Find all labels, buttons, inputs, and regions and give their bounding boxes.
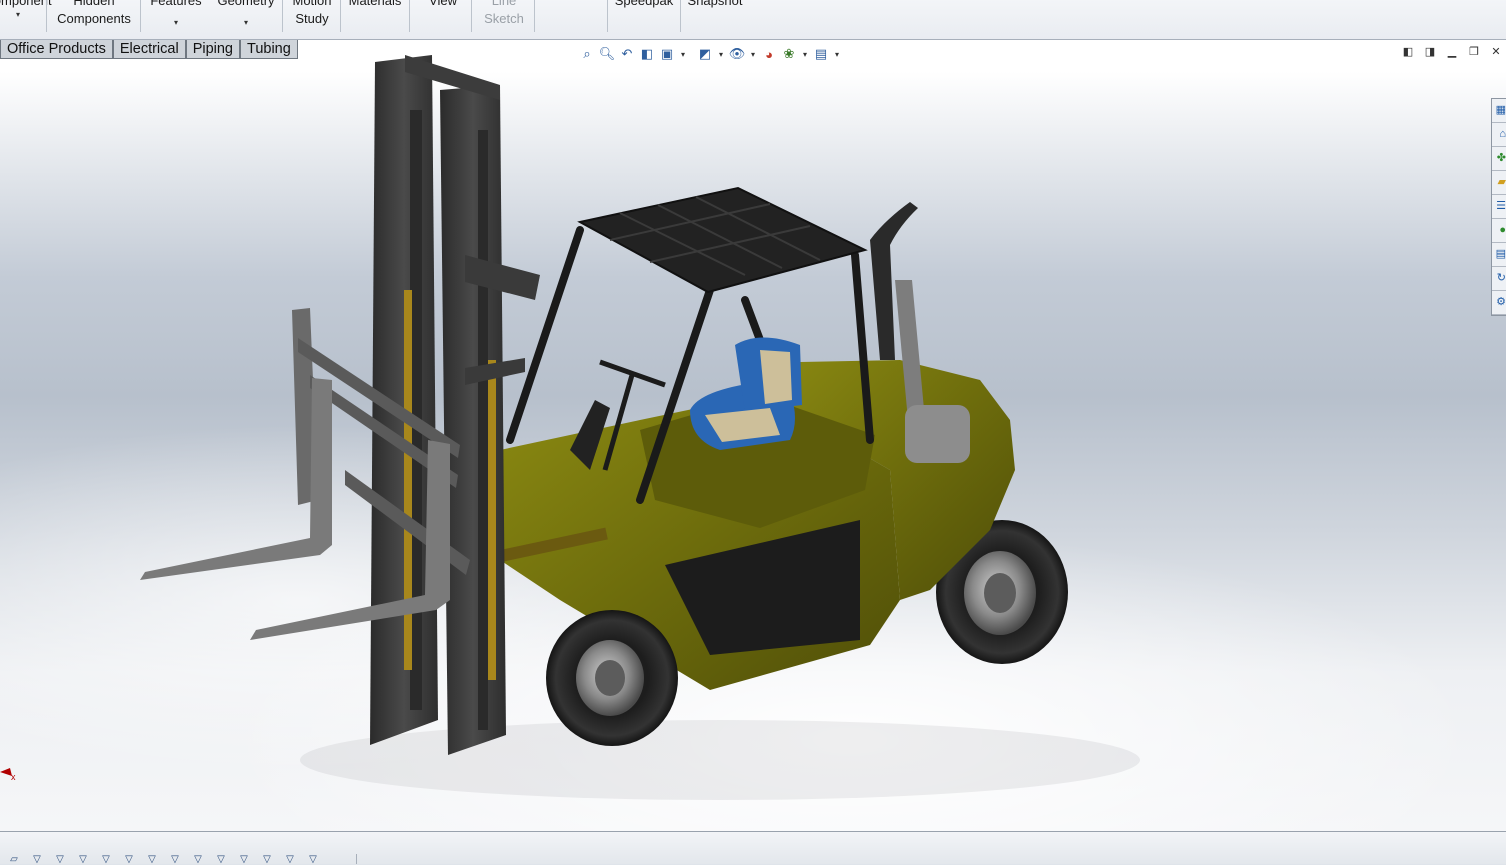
file-explorer-icon[interactable]: ▰ [1492,171,1506,195]
restore-icon[interactable]: ❐ [1466,44,1482,60]
forklift-model[interactable]: x [0,40,1506,831]
view-palette-icon[interactable]: ☰ [1492,195,1506,219]
graphics-area[interactable]: x Office Products Electrical Piping Tubi… [0,40,1506,831]
ribbon-separator [282,0,283,32]
hidden-components-button[interactable]: Hidden Components [52,0,136,38]
chevron-down-icon[interactable]: ▾ [678,50,688,59]
zoom-to-area-icon[interactable]: 🔍︎ [598,45,616,63]
motion-icon[interactable]: ⚙ [1492,291,1506,315]
heads-up-view-toolbar: ⌕ 🔍︎ ↶ ◧ ▣ ▾ ◩ ▾ 👁︎ ▾ ◕ ❀ ▾ ▤ ▾ [578,43,842,65]
apply-scene-icon[interactable]: ❀ [780,45,798,63]
seat-back-cushion [760,350,792,404]
hidden-components-label-2: Components [57,11,131,26]
snapshot-button[interactable]: Snapshot [684,0,746,38]
view-label: View [429,0,457,8]
ribbon-separator [140,0,141,32]
line-sketch-label-1: Line [491,0,517,8]
muffler [905,405,970,463]
display-style-icon[interactable]: ◩ [696,45,714,63]
motion-study-label-2: Study [295,11,329,26]
tile-right-icon[interactable]: ◨ [1422,44,1438,60]
speedpak-button[interactable]: Speedpak [612,0,676,38]
document-tabs: Office Products Electrical Piping Tubing [0,40,298,59]
section-view-icon[interactable]: ◧ [638,45,656,63]
overhead-guard-roof [577,186,868,294]
chevron-down-icon[interactable]: ▾ [716,50,726,59]
chevron-down-icon: ▾ [173,18,178,27]
solidworks-resources-icon[interactable]: ▦ [1492,99,1506,123]
design-library-icon[interactable]: ⌂ [1492,123,1506,147]
speedpak-label: Speedpak [614,0,674,8]
command-manager: Component ▾ Hidden Components Features ▾… [0,0,1506,40]
bottom-toolbar: ▱ ▽ ▽ ▽ ▽ ▽ ▽ ▽ ▽ ▽ ▽ ▽ ▽ ▽ [0,831,1506,865]
chevron-down-icon[interactable]: ▾ [748,50,758,59]
chevron-down-icon[interactable]: ▾ [800,50,810,59]
ribbon-separator [471,0,472,32]
chevron-down-icon: ▾ [243,18,248,27]
edit-appearance-icon[interactable]: ◕ [760,45,778,63]
toolbox-icon[interactable]: ✤ [1492,147,1506,171]
component-button-label: Component [0,0,52,8]
view-orientation-icon[interactable]: ▣ [658,45,676,63]
ribbon-separator [46,0,47,32]
tile-left-icon[interactable]: ◧ [1400,44,1416,60]
ribbon-separator [607,0,608,32]
ribbon-separator [534,0,535,32]
appearances-icon[interactable]: ● [1492,219,1506,243]
reference-geometry-button[interactable]: Geometry ▾ [214,0,278,38]
previous-view-icon[interactable]: ↶ [618,45,636,63]
hidden-components-label-1: Hidden [73,0,115,8]
window-controls: ◧ ◨ ▁ ❐ ✕ [1400,44,1506,60]
front-wheel [546,610,678,746]
floor-shadow [300,720,1140,800]
zoom-to-fit-icon[interactable]: ⌕ [578,45,596,63]
task-pane-tabs: ▦ ⌂ ✤ ▰ ☰ ● ▤ ↻ ⚙ [1491,98,1506,316]
line-sketch-button[interactable]: Line Sketch [478,0,530,38]
motion-study-button[interactable]: Motion Study [287,0,337,38]
tab-piping[interactable]: Piping [185,40,240,59]
custom-properties-icon[interactable]: ▤ [1492,243,1506,267]
ribbon-separator [409,0,410,32]
line-sketch-label-2: Sketch [484,11,524,26]
snapshot-label: Snapshot [687,0,743,8]
geometry-label: Geometry [217,0,275,8]
svg-text:x: x [11,772,16,782]
tab-electrical[interactable]: Electrical [112,40,186,59]
tab-office-products[interactable]: Office Products [0,40,113,59]
tab-tubing[interactable]: Tubing [240,40,298,59]
materials-button[interactable]: Materials [344,0,406,38]
features-button[interactable]: Features ▾ [146,0,206,38]
component-button[interactable]: Component ▾ [0,0,52,38]
chevron-down-icon: ▾ [15,10,20,19]
chevron-down-icon[interactable]: ▾ [832,50,842,59]
motion-study-label-1: Motion [292,0,332,8]
forum-icon[interactable]: ↻ [1492,267,1506,291]
coordinate-triad: x [0,768,16,782]
features-label: Features [150,0,202,8]
ribbon-separator [680,0,681,32]
hide-show-items-icon[interactable]: 👁︎ [728,45,746,63]
ribbon-separator [340,0,341,32]
view-button[interactable]: View [420,0,466,38]
materials-label: Materials [348,0,402,8]
minimize-icon[interactable]: ▁ [1444,44,1460,60]
close-icon[interactable]: ✕ [1488,44,1504,60]
view-settings-icon[interactable]: ▤ [812,45,830,63]
